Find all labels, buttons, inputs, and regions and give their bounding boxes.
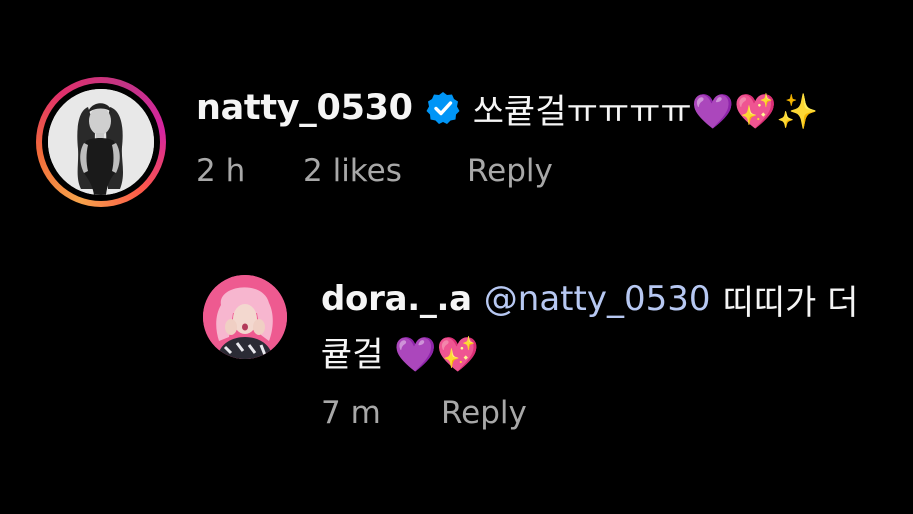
comment-header: natty_0530 쏘큩걸ㅠㅠㅠㅠ💜💖✨ — [196, 82, 819, 134]
reply-button[interactable]: Reply — [467, 153, 553, 189]
avatar — [48, 89, 154, 195]
comment-timestamp: 2 h — [196, 153, 246, 189]
reply-text-line1: 띠띠가 더 — [722, 282, 859, 323]
reply-mention[interactable]: @natty_0530 — [484, 279, 711, 319]
avatar[interactable] — [203, 275, 287, 359]
reply-username[interactable]: dora._.a — [321, 279, 472, 319]
comment-username[interactable]: natty_0530 — [196, 88, 413, 128]
reply-text-line2: 큩걸 💜💖 — [321, 334, 480, 375]
reply-text-continued: 큩걸 💜💖 — [321, 326, 479, 376]
comment-text: 쏘큩걸ㅠㅠㅠㅠ💜💖✨ — [472, 91, 819, 132]
story-ring-avatar[interactable] — [36, 77, 166, 207]
cut-off-previous-content — [470, 0, 530, 4]
reply-timestamp: 7 m — [321, 395, 381, 431]
likes-count[interactable]: 2 likes — [303, 153, 402, 189]
reply-button[interactable]: Reply — [441, 395, 527, 431]
comment-thread: natty_0530 쏘큩걸ㅠㅠㅠㅠ💜💖✨ 2 h 2 likes Reply — [0, 0, 913, 514]
reply-header: dora._.a @natty_0530 띠띠가 더 — [321, 274, 858, 324]
verified-badge-icon — [425, 90, 461, 126]
